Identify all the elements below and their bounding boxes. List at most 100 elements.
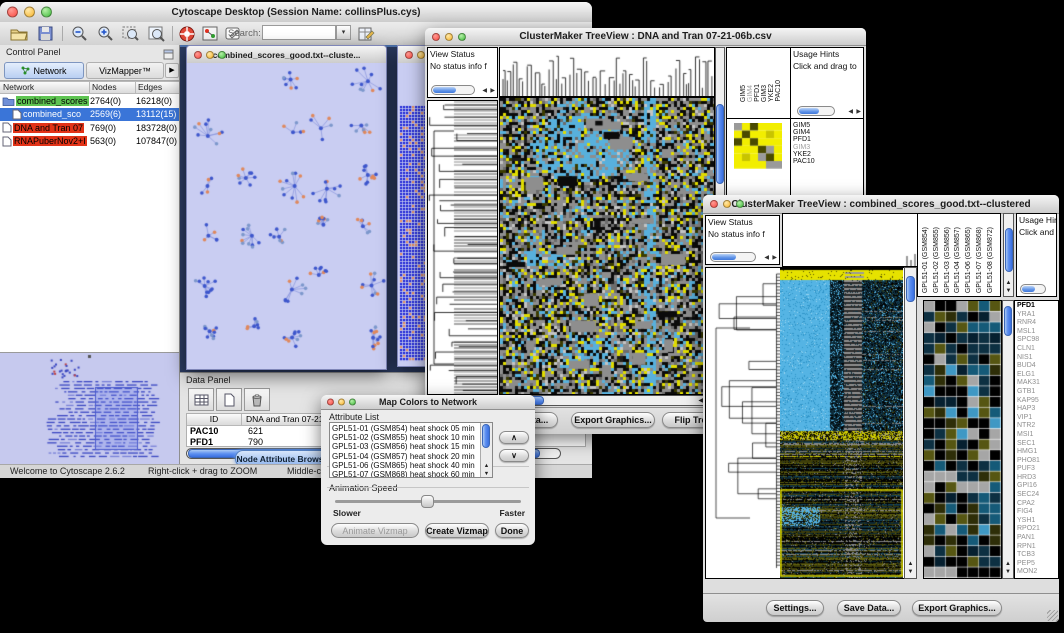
heatmap-canvas[interactable] bbox=[500, 98, 714, 394]
attribute-list-item[interactable]: GPL51-01 (GSM854) heat shock 05 min bbox=[332, 424, 480, 433]
window-controls[interactable] bbox=[7, 7, 52, 18]
vizmapper-icon[interactable] bbox=[200, 24, 220, 43]
treeview2-global-vscrollbar[interactable]: ▲ ▼ bbox=[904, 267, 917, 579]
minimize-icon[interactable] bbox=[206, 51, 214, 59]
network-overview-panel[interactable] bbox=[0, 352, 179, 465]
table-row[interactable]: combined_scores 2764(0) 16218(0) bbox=[0, 94, 179, 108]
move-down-button[interactable]: ∨ bbox=[499, 449, 529, 462]
scroll-down-icon[interactable]: ▼ bbox=[1004, 287, 1013, 295]
minimize-icon[interactable] bbox=[338, 399, 345, 406]
zoom-out-icon[interactable] bbox=[68, 24, 90, 43]
scroll-left-icon[interactable]: ◀ bbox=[848, 107, 853, 117]
table-row[interactable]: RNAPuberNov2+I 563(0) 107847(0) bbox=[0, 135, 179, 149]
save-data-button[interactable]: Save Data... bbox=[837, 600, 901, 616]
column-dendrogram-canvas[interactable] bbox=[783, 214, 918, 266]
attribute-list[interactable]: GPL51-01 (GSM854) heat shock 05 minGPL51… bbox=[329, 422, 493, 478]
scrollbar-thumb[interactable] bbox=[482, 424, 490, 448]
network-overview-canvas[interactable] bbox=[0, 353, 179, 464]
zoom-heatmap-canvas[interactable] bbox=[924, 301, 1001, 578]
scroll-right-icon[interactable]: ▶ bbox=[856, 107, 861, 117]
zoom-fit-icon[interactable] bbox=[146, 24, 168, 43]
scroll-down-icon[interactable]: ▼ bbox=[905, 568, 916, 576]
main-title-bar[interactable]: Cytoscape Desktop (Session Name: collins… bbox=[0, 2, 592, 23]
zoom-window-icon[interactable] bbox=[41, 7, 52, 18]
attribute-list-item[interactable]: GPL51-07 (GSM868) heat shock 60 min bbox=[332, 470, 480, 478]
treeview2-row-dendrogram[interactable] bbox=[705, 267, 782, 579]
scroll-left-icon[interactable]: ◀ bbox=[764, 253, 769, 263]
minimize-icon[interactable] bbox=[723, 200, 731, 208]
treeview1-column-dendrogram[interactable] bbox=[499, 47, 715, 97]
scroll-up-icon[interactable]: ▲ bbox=[481, 463, 492, 469]
zoom-in-icon[interactable] bbox=[94, 24, 116, 43]
treeview1-gene-list[interactable]: GIM5GIM4PFD1GIM3YKE2PAC10 bbox=[793, 122, 815, 165]
new-attribute-icon[interactable] bbox=[216, 388, 242, 411]
close-icon[interactable] bbox=[194, 51, 202, 59]
dialog-title-bar[interactable]: Map Colors to Network bbox=[321, 395, 535, 410]
zoom-window-icon[interactable] bbox=[736, 200, 744, 208]
close-icon[interactable] bbox=[432, 33, 440, 41]
open-folder-icon[interactable] bbox=[8, 24, 30, 43]
network-view-title-bar[interactable]: combined_scores_good.txt--cluste... bbox=[187, 46, 386, 64]
delete-attribute-trash-icon[interactable] bbox=[244, 388, 270, 411]
scrollbar-thumb[interactable] bbox=[1005, 228, 1013, 272]
col-header-network[interactable]: Network bbox=[0, 81, 90, 94]
close-icon[interactable] bbox=[405, 51, 413, 59]
zoom-window-icon[interactable] bbox=[218, 51, 226, 59]
similarity-matrix-canvas[interactable] bbox=[734, 123, 782, 169]
scroll-up-icon[interactable]: ▲ bbox=[905, 560, 916, 568]
export-graphics-button[interactable]: Export Graphics... bbox=[912, 600, 1002, 616]
scrollbar-thumb[interactable] bbox=[1004, 306, 1012, 336]
save-icon[interactable] bbox=[34, 24, 56, 43]
table-row-selected[interactable]: combined_sco 2569(6) 13112(15) bbox=[0, 108, 179, 122]
treeview2-column-dendrogram[interactable] bbox=[782, 213, 919, 267]
treeview2-zoom-vscrollbar[interactable]: ▲ ▼ bbox=[1002, 300, 1014, 579]
treeview2-global-heatmap[interactable] bbox=[780, 267, 905, 579]
gene-list[interactable]: PFD1YRA1RNR4MSL1SPC98CLN1NIS1BUD4ELG1MAK… bbox=[1017, 302, 1040, 577]
done-button[interactable]: Done bbox=[495, 523, 529, 538]
scroll-up-icon[interactable]: ▲ bbox=[1003, 560, 1013, 568]
table-row[interactable]: DNA and Tran 07 769(0) 183728(0) bbox=[0, 121, 179, 135]
row-dendrogram-canvas[interactable] bbox=[428, 101, 497, 394]
attribute-editor-icon[interactable] bbox=[356, 24, 376, 43]
zoom-window-icon[interactable] bbox=[349, 399, 356, 406]
close-icon[interactable] bbox=[327, 399, 334, 406]
close-icon[interactable] bbox=[7, 7, 18, 18]
minimize-icon[interactable] bbox=[445, 33, 453, 41]
list-vscrollbar[interactable]: ▲ ▼ bbox=[480, 423, 492, 477]
attribute-list-item[interactable]: GPL51-02 (GSM855) heat shock 10 min bbox=[332, 433, 480, 442]
network-view-2-title-bar[interactable] bbox=[398, 46, 427, 64]
close-icon[interactable] bbox=[710, 200, 718, 208]
attribute-list-item[interactable]: GPL51-06 (GSM865) heat shock 40 min bbox=[332, 461, 480, 470]
search-input[interactable] bbox=[262, 25, 336, 40]
scroll-up-icon[interactable]: ▲ bbox=[1004, 279, 1013, 287]
search-dropdown-button[interactable]: ▾ bbox=[336, 25, 351, 40]
minimize-icon[interactable] bbox=[24, 7, 35, 18]
col-header-nodes[interactable]: Nodes bbox=[90, 81, 136, 94]
scroll-right-icon[interactable]: ▶ bbox=[490, 86, 495, 96]
tab-overflow-button[interactable]: ▶ bbox=[165, 63, 179, 78]
network-view-2-canvas[interactable] bbox=[398, 63, 427, 366]
pill-scrollbar[interactable] bbox=[710, 252, 756, 262]
pill-scrollbar[interactable] bbox=[1020, 284, 1046, 294]
data-col-id[interactable]: ID bbox=[187, 414, 242, 426]
column-dendrogram-canvas[interactable] bbox=[500, 48, 714, 96]
help-lifering-icon[interactable] bbox=[178, 24, 196, 43]
global-heatmap-canvas[interactable] bbox=[780, 268, 903, 578]
export-graphics-button[interactable]: Export Graphics... bbox=[571, 412, 655, 428]
minimize-icon[interactable] bbox=[417, 51, 425, 59]
row-dendrogram-canvas[interactable] bbox=[706, 268, 781, 578]
move-up-button[interactable]: ∧ bbox=[499, 431, 529, 444]
zoom-window-icon[interactable] bbox=[458, 33, 466, 41]
attribute-list-item[interactable]: GPL51-04 (GSM857) heat shock 20 min bbox=[332, 452, 480, 461]
resize-grip[interactable] bbox=[1047, 610, 1058, 621]
treeview1-title-bar[interactable]: ClusterMaker TreeView : DNA and Tran 07-… bbox=[425, 28, 866, 46]
scroll-right-icon[interactable]: ▶ bbox=[772, 253, 777, 263]
pill-scrollbar[interactable] bbox=[797, 106, 835, 116]
scroll-down-icon[interactable]: ▼ bbox=[1003, 568, 1013, 576]
create-vizmap-button[interactable]: Create Vizmap bbox=[425, 523, 489, 538]
scroll-down-icon[interactable]: ▼ bbox=[481, 471, 492, 477]
attribute-table-icon[interactable] bbox=[188, 388, 214, 411]
treeview1-heatmap[interactable] bbox=[499, 97, 715, 395]
network-view-canvas[interactable] bbox=[187, 63, 386, 369]
col-header-edges[interactable]: Edges bbox=[136, 81, 179, 94]
